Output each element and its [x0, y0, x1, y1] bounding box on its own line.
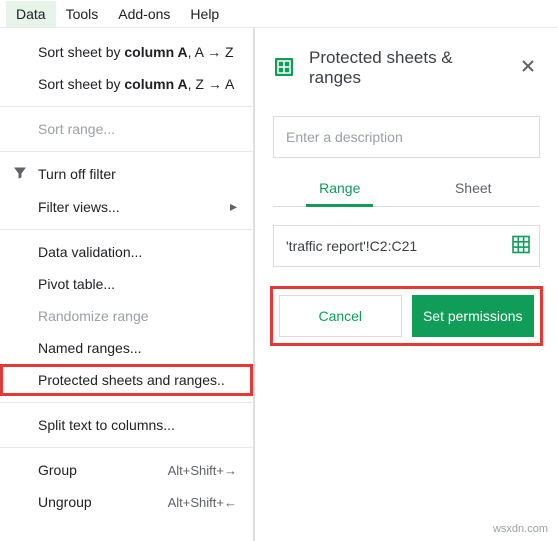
- menu-label: Filter views...: [38, 199, 120, 215]
- menu-divider: [0, 402, 253, 403]
- submenu-arrow-icon: ▸: [230, 198, 237, 215]
- range-input-wrap: [273, 225, 540, 267]
- panel-title: Protected sheets & ranges: [309, 48, 502, 88]
- range-input[interactable]: [273, 225, 540, 267]
- menu-filter-views[interactable]: Filter views... ▸: [0, 190, 253, 223]
- menu-label: Sort range...: [38, 121, 115, 137]
- shortcut-label: Alt+Shift+←: [168, 495, 237, 510]
- menu-protected-sheets-ranges[interactable]: Protected sheets and ranges..: [0, 364, 253, 396]
- menu-data-validation[interactable]: Data validation...: [0, 236, 253, 268]
- menu-turn-off-filter[interactable]: Turn off filter: [0, 158, 253, 190]
- menu-sort-sheet-asc[interactable]: Sort sheet by column A, A → Z: [0, 36, 253, 68]
- menu-ungroup[interactable]: Ungroup Alt+Shift+←: [0, 486, 253, 518]
- menu-label: Sort sheet by column A, A → Z: [38, 44, 234, 60]
- menu-randomize-range: Randomize range: [0, 300, 253, 332]
- close-icon[interactable]: [516, 54, 540, 83]
- menu-label: Pivot table...: [38, 276, 115, 292]
- menu-sort-range: Sort range...: [0, 113, 253, 145]
- menu-label: Data validation...: [38, 244, 142, 260]
- select-range-icon[interactable]: [512, 236, 530, 257]
- menu-label: Group: [38, 462, 77, 478]
- tab-range[interactable]: Range: [273, 172, 407, 206]
- set-permissions-button[interactable]: Set permissions: [412, 295, 535, 337]
- watermark: wsxdn.com: [493, 523, 548, 535]
- menubar-item-data[interactable]: Data: [6, 1, 56, 27]
- menu-split-text[interactable]: Split text to columns...: [0, 409, 253, 441]
- sheets-icon: [273, 56, 295, 81]
- protected-sheets-panel: Protected sheets & ranges Range Sheet: [254, 28, 558, 541]
- menu-named-ranges[interactable]: Named ranges...: [0, 332, 253, 364]
- menubar-item-help[interactable]: Help: [180, 1, 229, 27]
- shortcut-label: Alt+Shift+→: [168, 463, 237, 478]
- menu-label: Randomize range: [38, 308, 149, 324]
- cancel-button[interactable]: Cancel: [279, 295, 402, 337]
- menu-label: Sort sheet by column A, Z → A: [38, 76, 234, 92]
- menubar-item-addons[interactable]: Add-ons: [108, 1, 180, 27]
- menu-group[interactable]: Group Alt+Shift+→: [0, 454, 253, 486]
- menu-label: Named ranges...: [38, 340, 142, 356]
- menu-sort-sheet-desc[interactable]: Sort sheet by column A, Z → A: [0, 68, 253, 100]
- menu-label: Protected sheets and ranges..: [38, 372, 225, 388]
- menu-label: Ungroup: [38, 494, 92, 510]
- filter-icon: [12, 165, 28, 184]
- main-area: Sort sheet by column A, A → Z Sort sheet…: [0, 28, 558, 541]
- menubar-item-tools[interactable]: Tools: [56, 1, 109, 27]
- panel-tabs: Range Sheet: [273, 172, 540, 207]
- data-menu-dropdown: Sort sheet by column A, A → Z Sort sheet…: [0, 28, 254, 541]
- menu-divider: [0, 151, 253, 152]
- tab-sheet[interactable]: Sheet: [407, 172, 541, 206]
- menu-label: Turn off filter: [38, 166, 116, 182]
- panel-header: Protected sheets & ranges: [273, 48, 540, 88]
- menu-divider: [0, 229, 253, 230]
- actions-highlight: Cancel Set permissions: [273, 289, 540, 343]
- menu-divider: [0, 447, 253, 448]
- menu-label: Split text to columns...: [38, 417, 175, 433]
- menubar: Data Tools Add-ons Help: [0, 0, 558, 28]
- menu-pivot-table[interactable]: Pivot table...: [0, 268, 253, 300]
- description-input[interactable]: [273, 116, 540, 158]
- menu-divider: [0, 106, 253, 107]
